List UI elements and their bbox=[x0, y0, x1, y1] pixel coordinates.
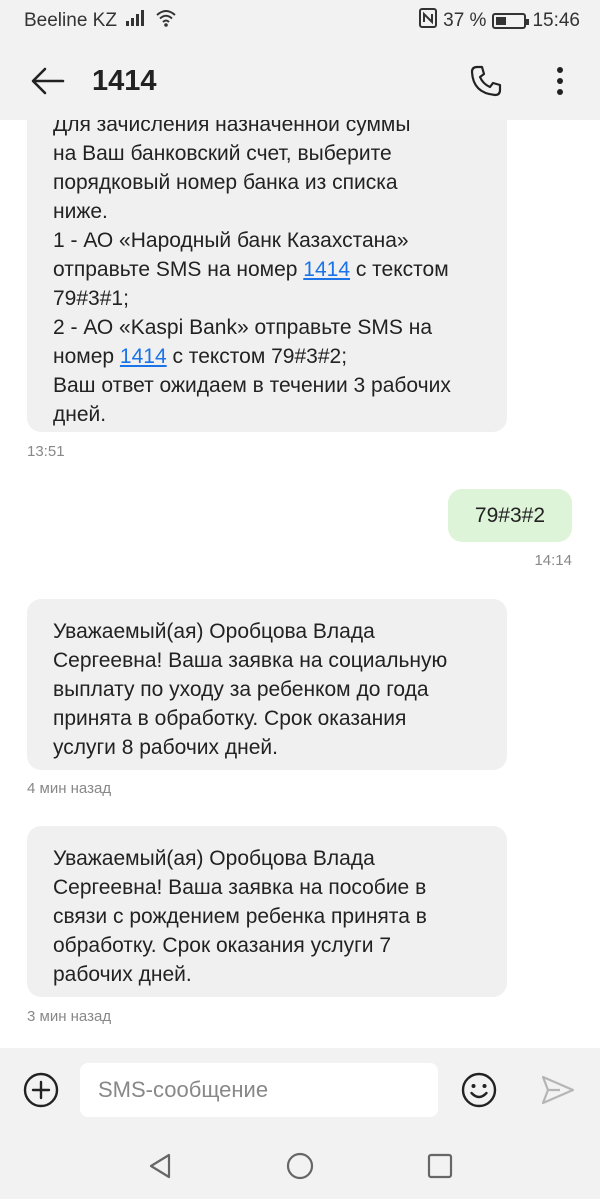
message-text: отправьте SMS на номер bbox=[53, 258, 304, 281]
phone-number-link[interactable]: 1414 bbox=[303, 258, 350, 281]
message-timestamp: 13:51 bbox=[27, 443, 65, 460]
nav-recents-button[interactable] bbox=[420, 1146, 460, 1186]
wifi-icon bbox=[155, 9, 177, 33]
status-right: 37 % 15:46 bbox=[419, 8, 580, 34]
more-vert-icon bbox=[557, 67, 563, 95]
back-button[interactable] bbox=[28, 61, 68, 101]
clock: 15:46 bbox=[532, 10, 580, 31]
message-line: 79#3#1; bbox=[53, 287, 129, 310]
message-timestamp: 3 мин назад bbox=[27, 1008, 112, 1025]
message-line: Ваш ответ ожидаем в течении 3 рабочих bbox=[53, 374, 451, 397]
message-timestamp: 14:14 bbox=[534, 552, 572, 569]
call-button[interactable] bbox=[466, 61, 506, 101]
status-left: Beeline KZ bbox=[24, 9, 177, 33]
back-arrow-icon bbox=[31, 67, 65, 95]
incoming-message-birth-benefit[interactable]: Уважаемый(ая) Оробцова Влада Сергеевна! … bbox=[27, 826, 507, 997]
nav-back-button[interactable] bbox=[140, 1146, 180, 1186]
battery-percent: 37 % bbox=[443, 10, 487, 31]
contact-title: 1414 bbox=[92, 64, 157, 97]
app-bar: 1414 bbox=[0, 42, 600, 120]
nav-recents-icon bbox=[427, 1153, 453, 1178]
signal-icon bbox=[125, 10, 147, 32]
message-line: Для зачисления назначенной суммы bbox=[53, 120, 411, 136]
emoji-button[interactable] bbox=[460, 1071, 498, 1109]
add-attachment-button[interactable] bbox=[22, 1071, 60, 1109]
add-circle-icon bbox=[23, 1072, 59, 1108]
message-thread[interactable]: Для зачисления назначенной суммы на Ваш б… bbox=[0, 120, 600, 1048]
system-nav-bar bbox=[0, 1132, 600, 1199]
message-line: ниже. bbox=[53, 200, 108, 223]
message-line: порядковый номер банка из списка bbox=[53, 171, 398, 194]
message-timestamp: 4 мин назад bbox=[27, 780, 112, 797]
message-line: 1 - АО «Народный банк Казахстана» bbox=[53, 229, 409, 252]
battery-level bbox=[496, 17, 507, 25]
phone-number-link[interactable]: 1414 bbox=[120, 345, 167, 368]
send-icon bbox=[541, 1075, 575, 1105]
send-button[interactable] bbox=[540, 1072, 576, 1108]
sms-input[interactable] bbox=[80, 1063, 438, 1117]
battery-icon bbox=[492, 13, 530, 29]
message-text: с текстом bbox=[350, 258, 449, 281]
app-actions bbox=[466, 61, 580, 101]
outgoing-message[interactable]: 79#3#2 bbox=[447, 489, 572, 542]
more-options-button[interactable] bbox=[540, 61, 580, 101]
message-composer bbox=[0, 1048, 600, 1132]
emoji-icon bbox=[461, 1072, 497, 1108]
status-bar: Beeline KZ 37 % 15:46 bbox=[0, 0, 600, 42]
message-text: номер bbox=[53, 345, 120, 368]
nav-home-icon bbox=[286, 1152, 314, 1179]
nav-back-icon bbox=[149, 1153, 171, 1178]
message-line: номер 1414 с текстом 79#3#2; bbox=[53, 342, 481, 371]
message-line: дней. bbox=[53, 403, 107, 426]
carrier-name: Beeline KZ bbox=[24, 10, 117, 31]
nav-home-button[interactable] bbox=[280, 1146, 320, 1186]
nfc-icon bbox=[419, 8, 438, 34]
incoming-message-childcare[interactable]: Уважаемый(ая) Оробцова Влада Сергеевна! … bbox=[27, 599, 507, 770]
phone-icon bbox=[470, 65, 502, 97]
message-line: отправьте SMS на номер 1414 с текстом bbox=[53, 255, 481, 284]
message-line: 2 - АО «Kaspi Bank» отправьте SMS на bbox=[53, 316, 433, 339]
message-line: на Ваш банковский счет, выберите bbox=[53, 142, 392, 165]
message-text: с текстом 79#3#2; bbox=[166, 345, 348, 368]
incoming-message-bank-choice[interactable]: Для зачисления назначенной суммы на Ваш б… bbox=[27, 120, 507, 432]
